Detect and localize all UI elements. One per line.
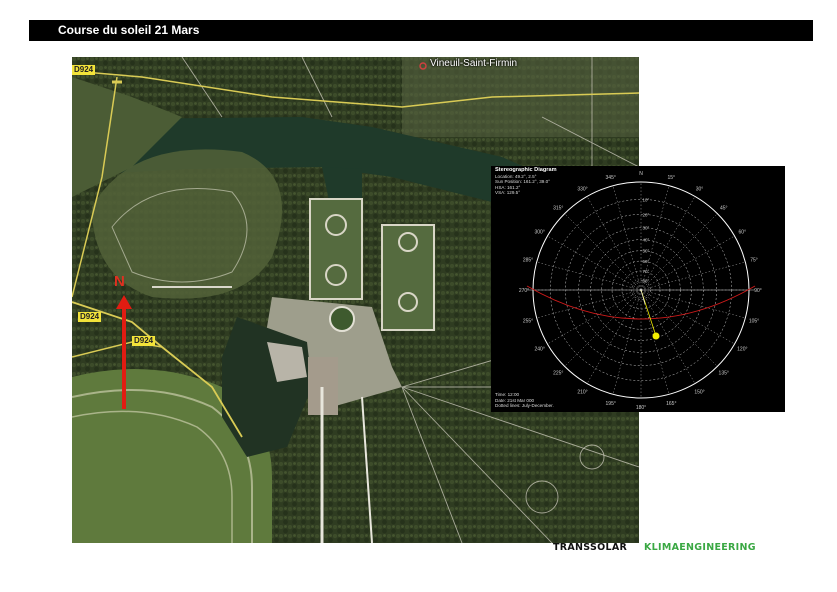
azimuth-spoke [564,289,642,367]
azimuth-label: 300° [535,230,545,236]
altitude-label: 70° [643,269,650,274]
azimuth-label: 210° [577,389,587,395]
azimuth-spoke [640,196,696,291]
altitude-label: 80° [643,279,650,284]
azimuth-label: 255° [523,318,533,324]
road-label: D924 [132,336,156,346]
azimuth-label: 60° [739,230,747,236]
azimuth-label: 270° [519,288,529,294]
azimuth-label: N [639,171,643,177]
azimuth-spoke [612,185,642,291]
azimuth-spoke [536,261,642,291]
azimuth-label: 15° [668,175,676,181]
azimuth-spoke [640,261,746,291]
diagram-title: Stereographic Diagram [495,167,557,173]
sun-icon [652,332,660,340]
azimuth-label: 285° [523,258,533,264]
azimuth-label: 120° [737,347,747,353]
azimuth-spoke [536,289,642,319]
azimuth-label: 105° [749,318,759,324]
azimuth-label: 30° [696,187,704,193]
azimuth-label: 345° [606,175,616,181]
azimuth-label: 45° [720,205,728,211]
azimuth-label: 135° [719,371,729,377]
azimuth-label: 90° [754,288,762,294]
altitude-label: 60° [643,259,650,264]
azimuth-spoke [640,289,746,319]
brand-klimaengineering: KLIMAENGINEERING [644,542,756,553]
azimuth-label: 180° [636,405,646,411]
stereographic-diagram: N 15° 30° 45° 60° 75° 90° 105° 120° 135° 150° 165° 1… [491,166,785,412]
road-label: D924 [72,65,96,75]
azimuth-spoke [640,213,718,291]
azimuth-spoke [564,213,642,291]
altitude-label: 50° [643,249,650,254]
azimuth-spoke [586,289,642,384]
altitude-label: 40° [643,238,650,243]
sun-path-chart: N 15° 30° 45° 60° 75° 90° 105° 120° 135° 150° 165° 1… [519,171,762,411]
altitude-label: 20° [643,212,650,217]
azimuth-label: 240° [535,347,545,353]
diagram-footer: Time: 12:00 Date: 21st Mar 000 Dotted li… [495,392,554,409]
road-label: D924 [78,312,102,322]
azimuth-spoke [547,235,642,291]
altitude-label: 10° [643,197,650,202]
diagram-info: Stereographic Diagram Location: 49.2°, 2… [495,167,557,196]
azimuth-label: 75° [750,258,758,264]
info-line: Sun Position: 161.2°, 39.0° [495,179,551,185]
north-label: N [114,273,125,290]
brand-transsolar: TRANSSOLAR [553,542,628,553]
azimuth-spoke [586,196,642,291]
place-label: Vineuil-Saint-Firmin [430,58,518,69]
azimuth-spoke [640,289,696,384]
azimuth-spoke [640,289,718,367]
azimuth-label: 315° [553,205,563,211]
azimuth-spoke [612,289,642,395]
azimuth-label: 195° [606,401,616,407]
altitude-label: 30° [643,226,650,231]
footer-line: Dotted lines: July-December. [495,403,554,409]
info-line: VSA: 129.5° [495,190,521,196]
azimuth-label: 150° [694,389,704,395]
azimuth-spoke [640,235,735,291]
azimuth-label: 165° [666,401,676,407]
azimuth-spoke [640,289,670,395]
azimuth-label: 330° [577,187,587,193]
azimuth-label: 225° [553,371,563,377]
azimuth-spoke [547,289,642,345]
page-title: Course du soleil 21 Mars [29,20,813,41]
